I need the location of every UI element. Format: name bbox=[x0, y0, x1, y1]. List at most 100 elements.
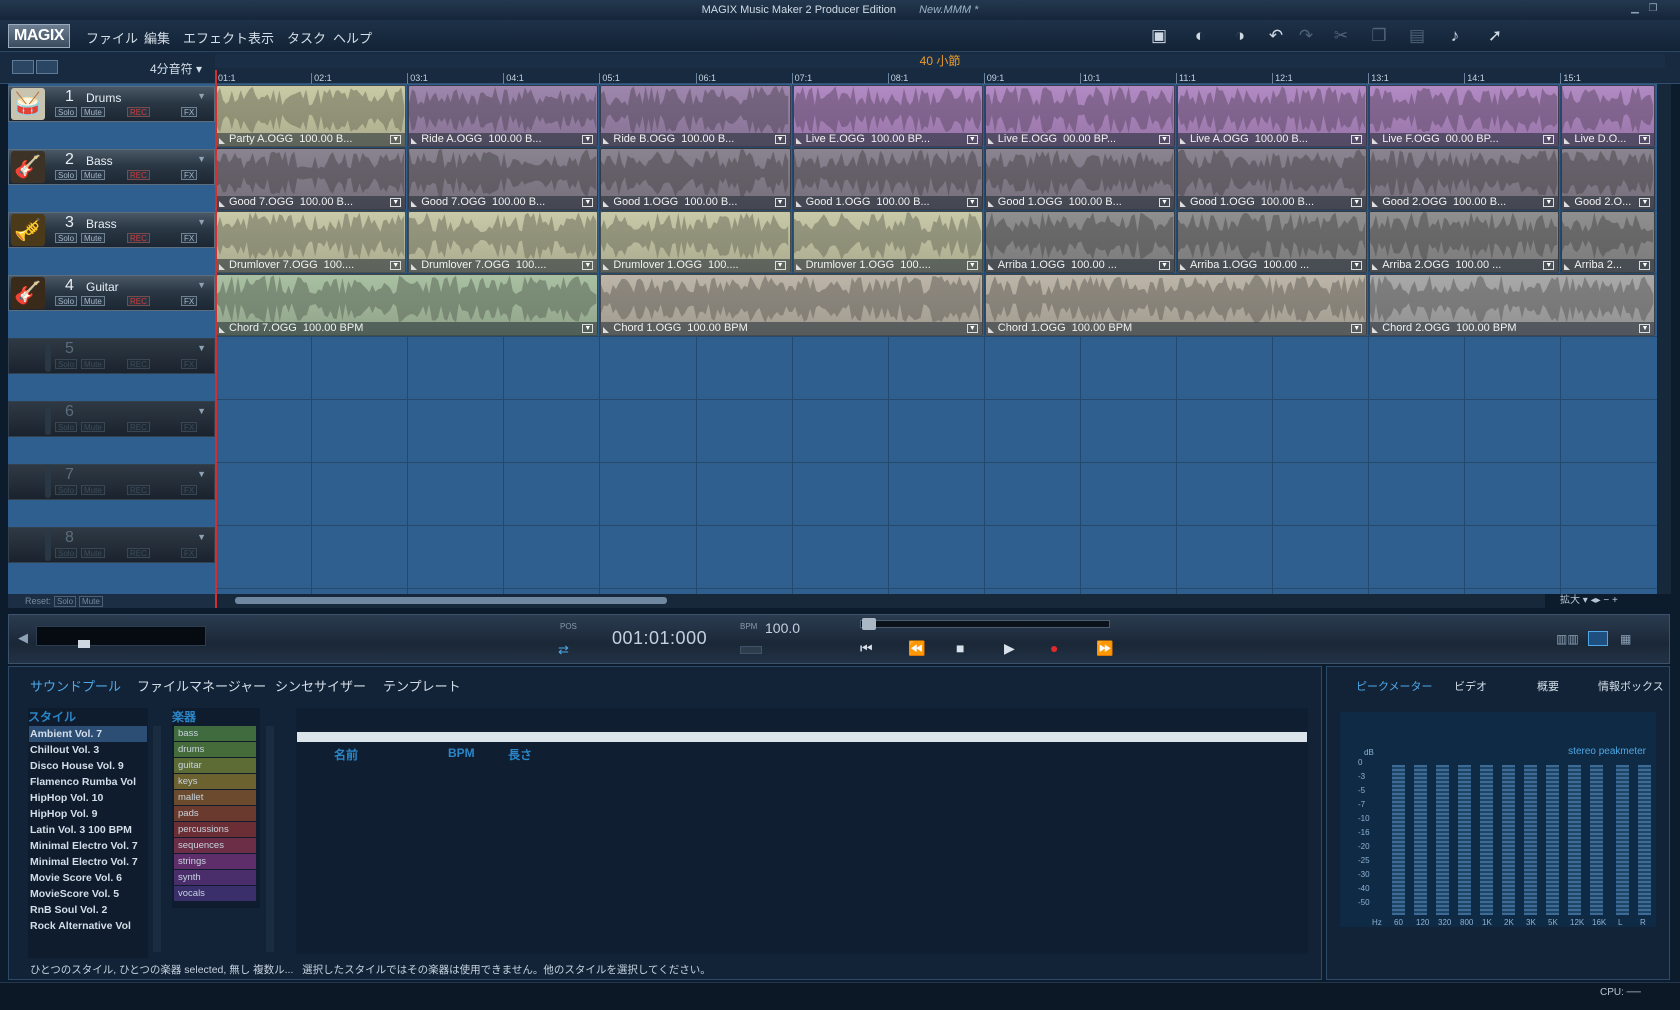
mute-button[interactable]: Mute bbox=[81, 485, 105, 495]
chevron-down-icon[interactable]: ▼ bbox=[774, 261, 786, 270]
solo-button[interactable]: Solo bbox=[55, 485, 78, 495]
chevron-down-icon[interactable]: ▼ bbox=[1543, 135, 1555, 144]
track-7[interactable]: 7 ▼ Solo Mute REC FX bbox=[8, 462, 215, 525]
view-mode-toggle[interactable] bbox=[12, 60, 60, 76]
audio-object[interactable]: Drumlover 1.OGG 100.... ▼ bbox=[600, 211, 791, 273]
chevron-down-icon[interactable]: ▼ bbox=[966, 324, 978, 333]
fx-button[interactable]: FX bbox=[181, 170, 198, 180]
chevron-down-icon[interactable]: ▼ bbox=[1351, 324, 1363, 333]
record-arm-button[interactable]: REC bbox=[127, 233, 150, 243]
tab-file-manager[interactable]: ファイルマネージャー bbox=[137, 676, 266, 695]
tab-peak-meter[interactable]: ピークメーター bbox=[1356, 678, 1433, 694]
object-resize-handle[interactable] bbox=[219, 264, 225, 270]
bpm-value[interactable]: 100.0 bbox=[765, 620, 800, 636]
record-arm-button[interactable]: REC bbox=[127, 296, 150, 306]
style-scrollbar[interactable] bbox=[153, 726, 161, 952]
tempo-icon[interactable]: ◐ bbox=[1186, 24, 1214, 48]
arranger-area[interactable]: Party A.OGG 100.00 B... ▼ Ride A.OGG 100.00 … bbox=[215, 84, 1657, 594]
style-item[interactable]: RnB Soul Vol. 2 bbox=[29, 902, 147, 918]
solo-button[interactable]: Solo bbox=[55, 359, 78, 369]
chevron-down-icon[interactable]: ▼ bbox=[1351, 198, 1363, 207]
metronome-icon[interactable] bbox=[740, 646, 762, 654]
record-icon[interactable]: ● bbox=[1050, 640, 1058, 656]
style-item[interactable]: Minimal Electro Vol. 7 bbox=[29, 854, 147, 870]
fx-button[interactable]: FX bbox=[181, 233, 198, 243]
track-header[interactable]: 7 ▼ Solo Mute REC FX bbox=[8, 464, 215, 500]
mute-button[interactable]: Mute bbox=[81, 233, 105, 243]
object-resize-handle[interactable] bbox=[219, 201, 225, 207]
audio-object[interactable]: Good 7.OGG 100.00 B... ▼ bbox=[216, 148, 407, 210]
instrument-item[interactable]: drums bbox=[174, 742, 256, 757]
object-resize-handle[interactable] bbox=[1372, 327, 1379, 333]
track-2[interactable]: 🎸 2 Bass ▼ Solo Mute REC FX bbox=[8, 147, 215, 210]
object-resize-handle[interactable] bbox=[603, 138, 610, 144]
audio-object[interactable]: Party A.OGG 100.00 B... ▼ bbox=[216, 85, 407, 147]
solo-button[interactable]: Solo bbox=[55, 170, 78, 180]
instrument-item[interactable]: synth bbox=[174, 870, 256, 885]
scroll-thumb[interactable] bbox=[235, 597, 667, 604]
chevron-down-icon[interactable]: ▼ bbox=[197, 154, 206, 164]
loop-icon[interactable]: ⇄ bbox=[558, 642, 569, 658]
mute-button[interactable]: Mute bbox=[81, 296, 105, 306]
style-item[interactable]: Rock Alternative Vol bbox=[29, 918, 147, 934]
trumpet-icon[interactable]: 🎺 bbox=[11, 214, 45, 246]
chevron-down-icon[interactable]: ▼ bbox=[966, 198, 978, 207]
chevron-down-icon[interactable]: ▼ bbox=[1639, 135, 1651, 144]
position-slider[interactable] bbox=[860, 620, 1110, 628]
object-resize-handle[interactable] bbox=[1564, 201, 1571, 207]
instrument-item[interactable]: keys bbox=[174, 774, 256, 789]
object-resize-handle[interactable] bbox=[1180, 201, 1186, 207]
save-icon[interactable]: ▣ bbox=[1145, 24, 1173, 48]
audio-object[interactable]: Chord 2.OGG 100.00 BPM ▼ bbox=[1369, 274, 1656, 336]
audio-object[interactable]: Live E.OGG 00.00 BP... ▼ bbox=[984, 85, 1175, 147]
copy-icon[interactable]: ❐ bbox=[1365, 24, 1393, 48]
object-resize-handle[interactable] bbox=[795, 201, 802, 207]
audio-object[interactable]: Good 1.OGG 100.00 B... ▼ bbox=[792, 148, 983, 210]
instrument-item[interactable]: vocals bbox=[174, 886, 256, 901]
audio-object[interactable]: Arriba 1.OGG 100.00 ... ▼ bbox=[984, 211, 1175, 273]
mute-button[interactable]: Mute bbox=[81, 107, 105, 117]
audio-object[interactable]: Drumlover 7.OGG 100.... ▼ bbox=[216, 211, 407, 273]
audio-object[interactable]: Live D.O... ▼ bbox=[1561, 85, 1656, 147]
col-bpm[interactable]: BPM bbox=[448, 746, 475, 760]
style-item[interactable]: Ambient Vol. 7 bbox=[29, 726, 147, 742]
master-volume-slider[interactable] bbox=[36, 626, 206, 646]
object-resize-handle[interactable] bbox=[603, 327, 610, 333]
keyboard-icon[interactable] bbox=[1588, 631, 1608, 646]
chevron-down-icon[interactable]: ▼ bbox=[1543, 198, 1555, 207]
audio-object[interactable]: Good 1.OGG 100.00 B... ▼ bbox=[984, 148, 1175, 210]
reset-solo-button[interactable]: Solo bbox=[54, 596, 77, 607]
chevron-down-icon[interactable]: ▼ bbox=[582, 261, 594, 270]
style-item[interactable]: Movie Score Vol. 6 bbox=[29, 870, 147, 886]
position-knob[interactable] bbox=[862, 618, 876, 630]
audio-object[interactable]: Good 7.OGG 100.00 B... ▼ bbox=[408, 148, 599, 210]
record-arm-button[interactable]: REC bbox=[127, 359, 150, 369]
tab-overview[interactable]: 概要 bbox=[1537, 678, 1559, 694]
track-name[interactable]: Bass bbox=[86, 154, 113, 168]
list-view-icon[interactable] bbox=[36, 60, 58, 74]
object-resize-handle[interactable] bbox=[795, 138, 802, 144]
chevron-down-icon[interactable]: ▼ bbox=[197, 217, 206, 227]
mute-button[interactable]: Mute bbox=[81, 422, 105, 432]
audio-object[interactable]: Arriba 2... ▼ bbox=[1561, 211, 1656, 273]
style-item[interactable]: Latin Vol. 3 100 BPM bbox=[29, 822, 147, 838]
chevron-down-icon[interactable]: ▼ bbox=[197, 406, 206, 416]
guitar-icon[interactable]: 🎸 bbox=[11, 277, 45, 309]
solo-button[interactable]: Solo bbox=[55, 107, 78, 117]
audio-object[interactable]: Good 1.OGG 100.00 B... ▼ bbox=[600, 148, 791, 210]
object-resize-handle[interactable] bbox=[603, 264, 610, 270]
object-resize-handle[interactable] bbox=[795, 264, 802, 270]
chevron-down-icon[interactable]: ▼ bbox=[197, 91, 206, 101]
track-header[interactable]: 6 ▼ Solo Mute REC FX bbox=[8, 401, 215, 437]
object-resize-handle[interactable] bbox=[219, 138, 225, 144]
audio-object[interactable]: Live F.OGG 00.00 BP... ▼ bbox=[1369, 85, 1560, 147]
audio-object[interactable]: Live E.OGG 100.00 BP... ▼ bbox=[792, 85, 983, 147]
note-icon[interactable]: ♪ bbox=[1441, 24, 1469, 48]
track-6[interactable]: 6 ▼ Solo Mute REC FX bbox=[8, 399, 215, 462]
audio-object[interactable]: Arriba 2.OGG 100.00 ... ▼ bbox=[1369, 211, 1560, 273]
track-5[interactable]: 5 ▼ Solo Mute REC FX bbox=[8, 336, 215, 399]
instrument-item[interactable]: percussions bbox=[174, 822, 256, 837]
track-view-icon[interactable] bbox=[12, 60, 34, 74]
forward-icon[interactable]: ⏩ bbox=[1096, 640, 1113, 657]
audio-object[interactable]: Live A.OGG 100.00 B... ▼ bbox=[1177, 85, 1368, 147]
